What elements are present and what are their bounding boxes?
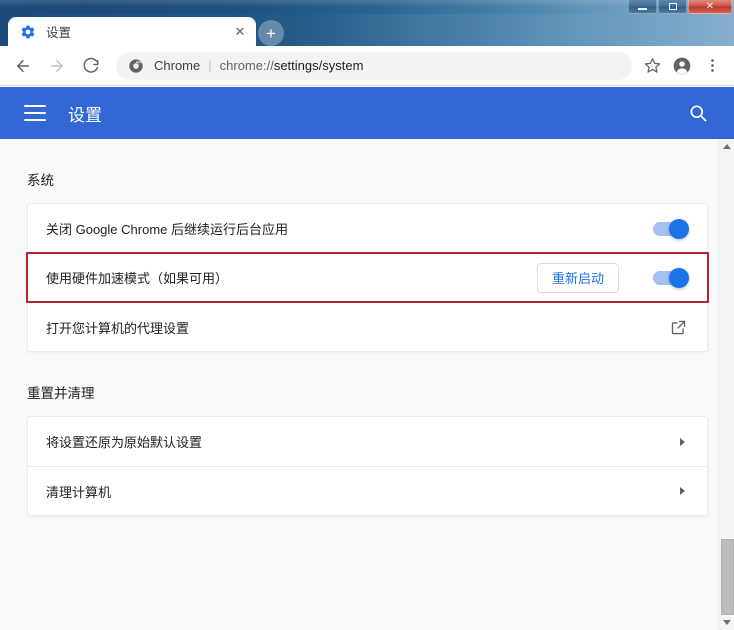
reset-settings-card: 将设置还原为原始默认设置 清理计算机 — [27, 416, 708, 516]
maximize-button[interactable] — [658, 0, 687, 14]
omnibox-url-prefix: chrome:// — [219, 58, 274, 73]
chevron-right-icon[interactable] — [680, 487, 685, 495]
hardware-acceleration-toggle[interactable] — [653, 267, 689, 288]
row-label: 清理计算机 — [46, 484, 112, 500]
section-title-reset: 重置并清理 — [27, 386, 95, 401]
omnibox-site-label: Chrome — [154, 58, 201, 73]
restart-button[interactable]: 重新启动 — [536, 262, 619, 293]
settings-content: 系统 关闭 Google Chrome 后继续运行后台应用 使用硬件加速模式（如… — [0, 139, 718, 630]
titlebar-gloss — [0, 0, 734, 7]
minimize-button[interactable] — [628, 0, 657, 14]
row-clean-computer[interactable]: 清理计算机 — [28, 466, 707, 515]
settings-header: 设置 — [0, 87, 734, 139]
chevron-right-icon[interactable] — [680, 437, 685, 446]
hamburger-menu-icon[interactable] — [24, 105, 46, 121]
scroll-down-arrow-icon[interactable] — [719, 615, 734, 630]
gear-icon — [20, 24, 36, 40]
row-background-apps[interactable]: 关闭 Google Chrome 后继续运行后台应用 — [28, 204, 707, 253]
row-proxy-settings[interactable]: 打开您计算机的代理设置 — [28, 302, 707, 351]
background-apps-toggle[interactable] — [653, 218, 689, 239]
tab-close-icon[interactable]: ✕ — [232, 24, 248, 40]
star-icon[interactable] — [638, 52, 666, 80]
section-title-system: 系统 — [27, 173, 54, 188]
three-dot-menu-icon[interactable] — [698, 52, 726, 80]
tab-title: 设置 — [46, 26, 72, 40]
system-settings-card: 关闭 Google Chrome 后继续运行后台应用 使用硬件加速模式（如果可用… — [26, 203, 709, 352]
back-button[interactable] — [8, 51, 38, 81]
browser-toolbar: Chrome | chrome://settings/system — [0, 46, 734, 86]
tab-strip: 设置 ✕ + — [0, 14, 734, 46]
omnibox-url-path: settings/system — [273, 58, 364, 73]
row-label: 使用硬件加速模式（如果可用） — [46, 271, 229, 286]
row-label: 将设置还原为原始默认设置 — [46, 435, 203, 450]
tab-settings[interactable]: 设置 ✕ — [8, 17, 256, 46]
external-link-icon[interactable] — [670, 319, 687, 336]
row-label: 打开您计算机的代理设置 — [46, 320, 190, 336]
toggle-knob — [669, 218, 689, 239]
account-avatar-icon[interactable] — [668, 52, 696, 80]
forward-button — [42, 51, 72, 81]
row-label: 关闭 Google Chrome 后继续运行后台应用 — [46, 222, 288, 237]
new-tab-button[interactable]: + — [258, 20, 284, 46]
scrollbar-thumb[interactable] — [721, 539, 734, 615]
scroll-up-arrow-icon[interactable] — [719, 139, 734, 154]
page-title: 设置 — [68, 105, 102, 125]
reload-button[interactable] — [76, 51, 106, 81]
close-window-button[interactable]: ✕ — [688, 0, 732, 14]
window-titlebar: ✕ — [0, 0, 734, 14]
chrome-logo-icon — [128, 58, 144, 74]
vertical-scrollbar[interactable] — [718, 139, 734, 630]
toggle-knob — [669, 267, 689, 288]
row-restore-defaults[interactable]: 将设置还原为原始默认设置 — [28, 417, 707, 466]
omnibox-separator: | — [208, 58, 212, 73]
row-hardware-acceleration[interactable]: 使用硬件加速模式（如果可用） 重新启动 — [26, 252, 709, 303]
search-icon[interactable] — [686, 101, 710, 125]
omnibox-url: chrome://settings/system — [220, 58, 364, 73]
window-controls: ✕ — [627, 0, 732, 14]
address-bar[interactable]: Chrome | chrome://settings/system — [116, 51, 632, 80]
